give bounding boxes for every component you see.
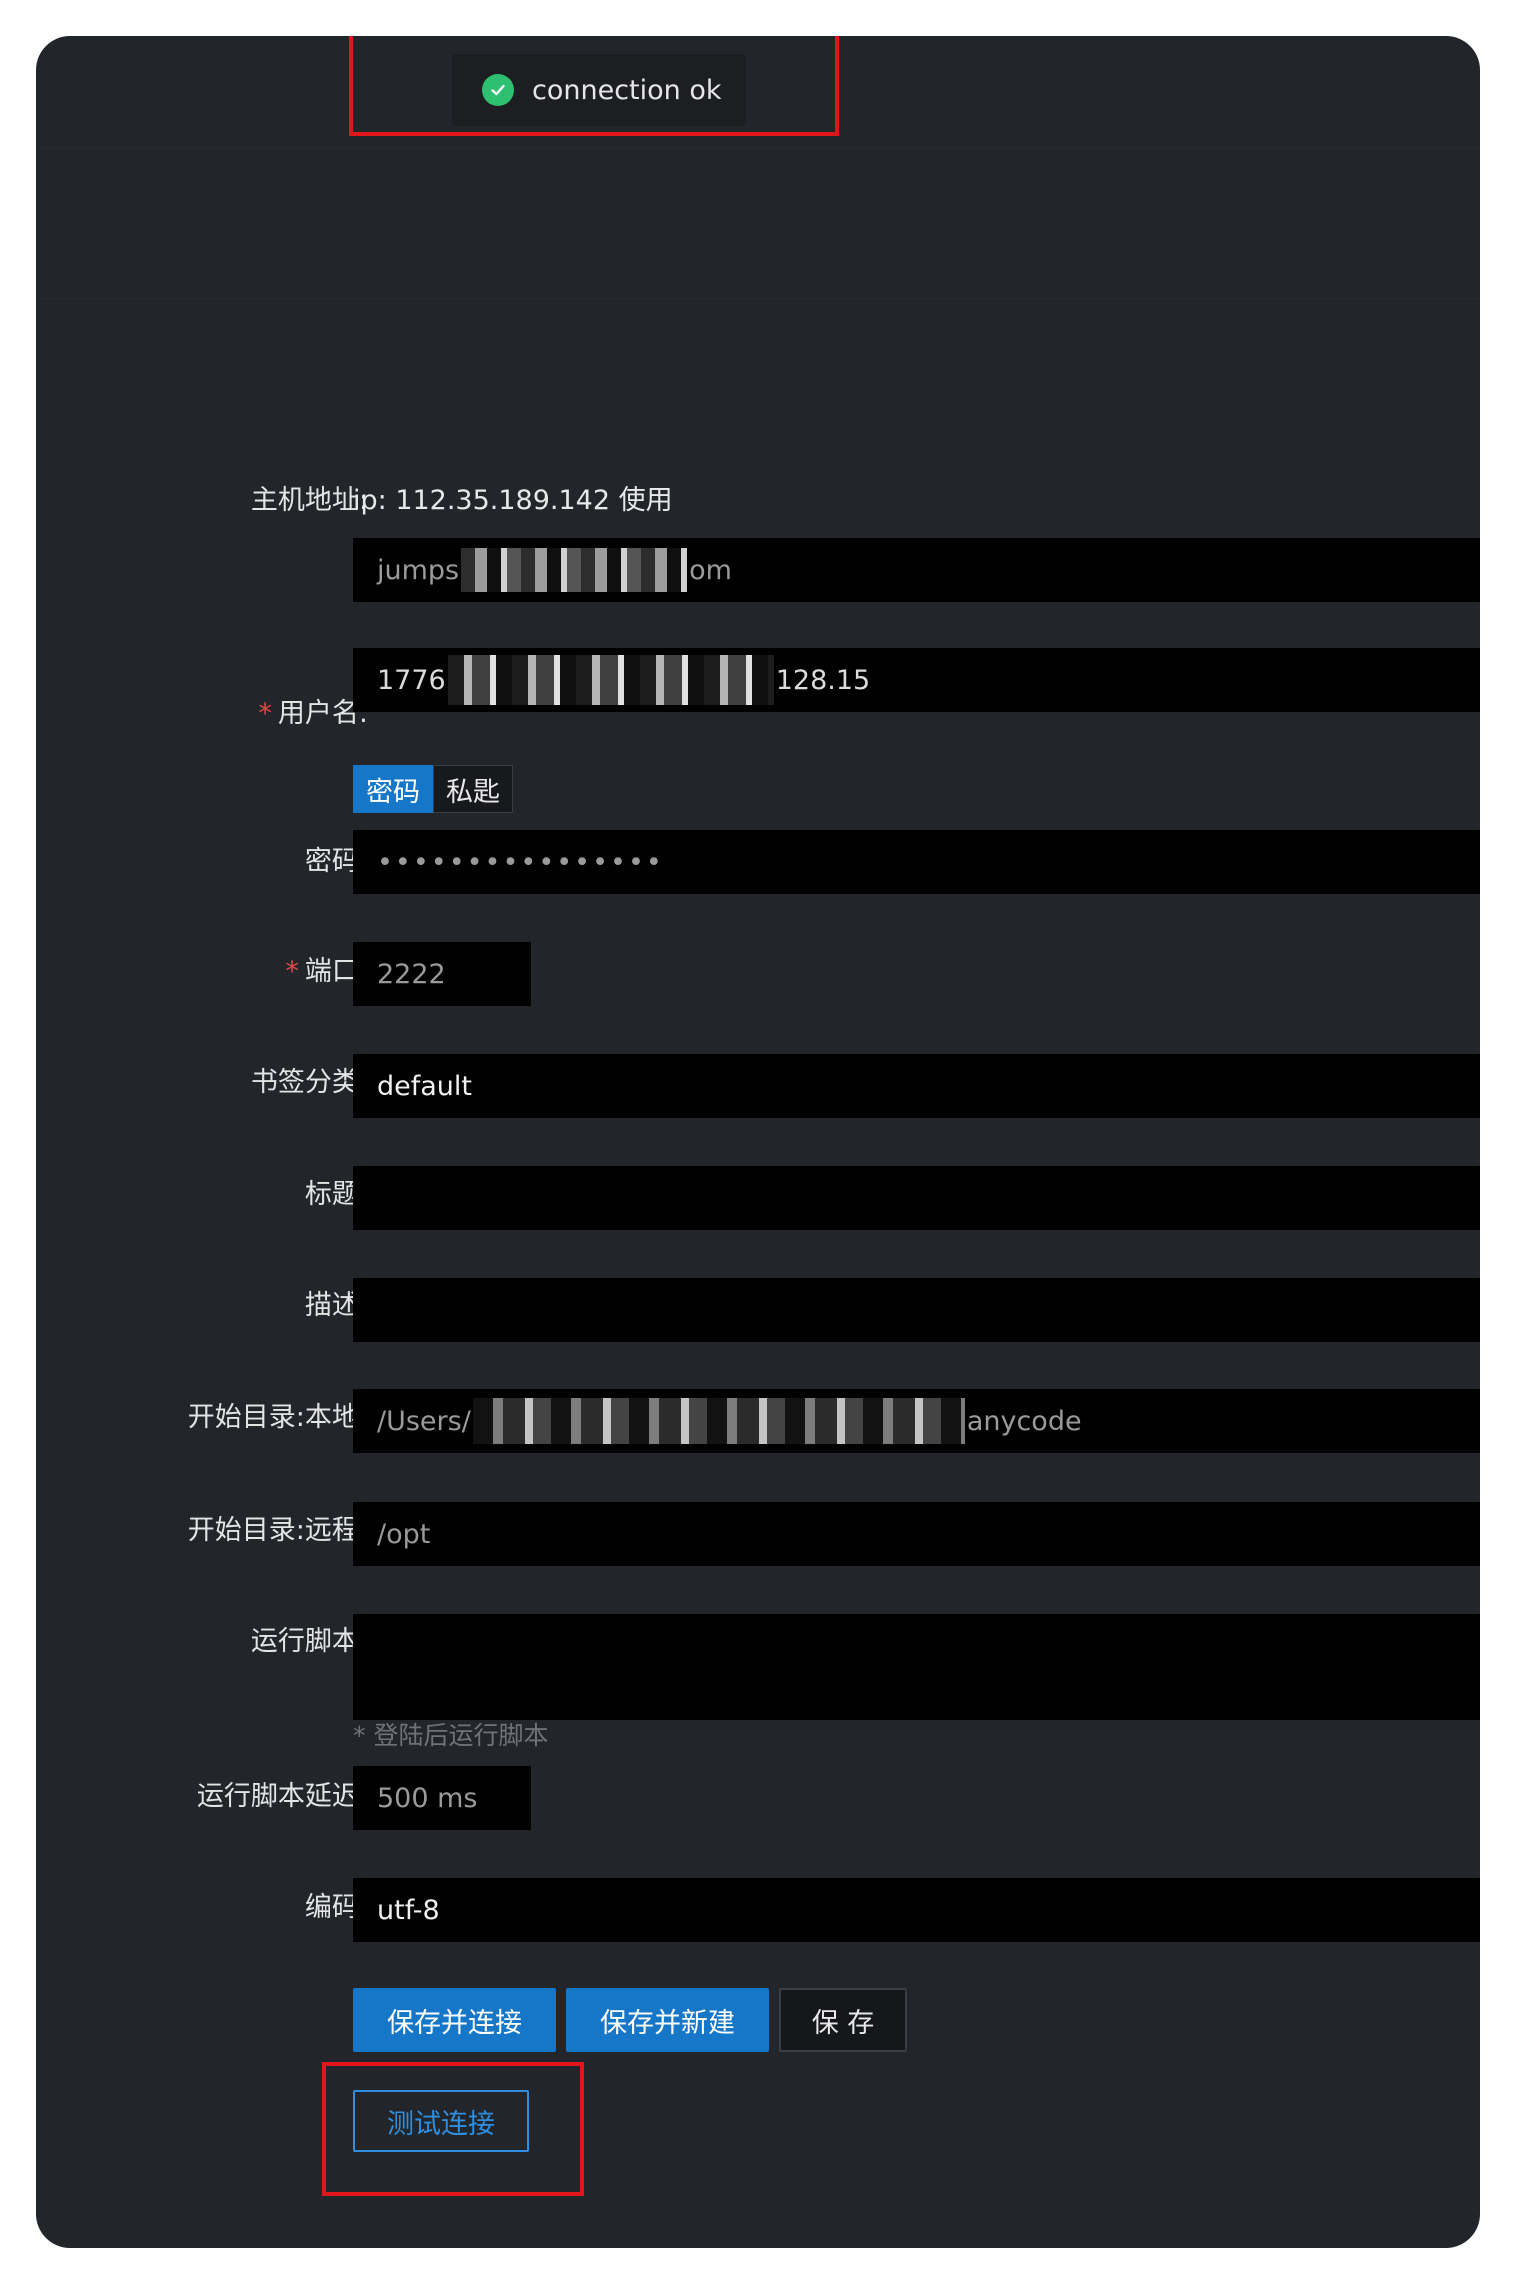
port-input[interactable] [353,942,531,1006]
divider [36,148,1480,149]
ssh-bookmark-form-window: connection ok 主机地址: ip: 112.35.189.142 使… [36,36,1480,2248]
redacted-blur [447,655,774,705]
host-label: 主机地址: [250,485,368,516]
username-value-end: 128.15 [775,664,871,696]
host-value-end: om [689,554,732,586]
save-and-connect-button[interactable]: 保存并连接 [353,1988,556,2052]
host-input[interactable]: jumps om [353,538,1480,602]
username-value-start: 1776 [377,664,446,696]
description-input[interactable] [353,1278,1480,1342]
redacted-blur [461,548,688,592]
required-marker: * [285,956,299,987]
encoding-select[interactable]: utf-8 [353,1878,1480,1942]
required-marker: * [258,698,272,729]
start-dir-local-input[interactable]: /Users/ anycode [353,1389,1480,1453]
password-input[interactable]: •••••••••••••••• [353,830,1480,894]
bookmark-category-label: 书签分类: [250,1067,368,1098]
save-and-new-button[interactable]: 保存并新建 [566,1988,769,2052]
username-input[interactable]: 1776 128.15 [353,648,1480,712]
run-script-label: 运行脚本: [250,1626,368,1657]
auth-method-toggle: 密码 私匙 [353,765,513,813]
run-script-delay-label: 运行脚本延迟: [196,1781,368,1812]
start-dir-local-label: 开始目录:本地: [187,1402,368,1433]
tab-password[interactable]: 密码 [353,765,433,813]
start-dir-local-value-start: /Users/ [377,1405,471,1437]
start-dir-remote-label: 开始目录:远程: [187,1515,368,1546]
tab-private-key[interactable]: 私匙 [433,765,513,813]
run-script-textarea[interactable] [353,1614,1480,1720]
start-dir-remote-input[interactable] [353,1502,1480,1566]
highlight-box-test-connection [322,2062,584,2196]
host-ip-info: ip: 112.35.189.142 使用 [353,485,673,516]
start-dir-local-value-end: anycode [966,1405,1082,1437]
host-value-start: jumps [377,554,460,586]
redacted-blur [472,1398,965,1444]
title-input[interactable] [353,1166,1480,1230]
divider [36,298,1480,299]
run-script-delay-input[interactable] [353,1766,531,1830]
bookmark-category-select[interactable]: default [353,1054,1480,1118]
username-label: * 用户名: [258,694,368,734]
run-script-hint: * 登陆后运行脚本 [353,1721,549,1750]
save-button[interactable]: 保 存 [779,1988,907,2052]
highlight-box-toast [349,36,839,136]
